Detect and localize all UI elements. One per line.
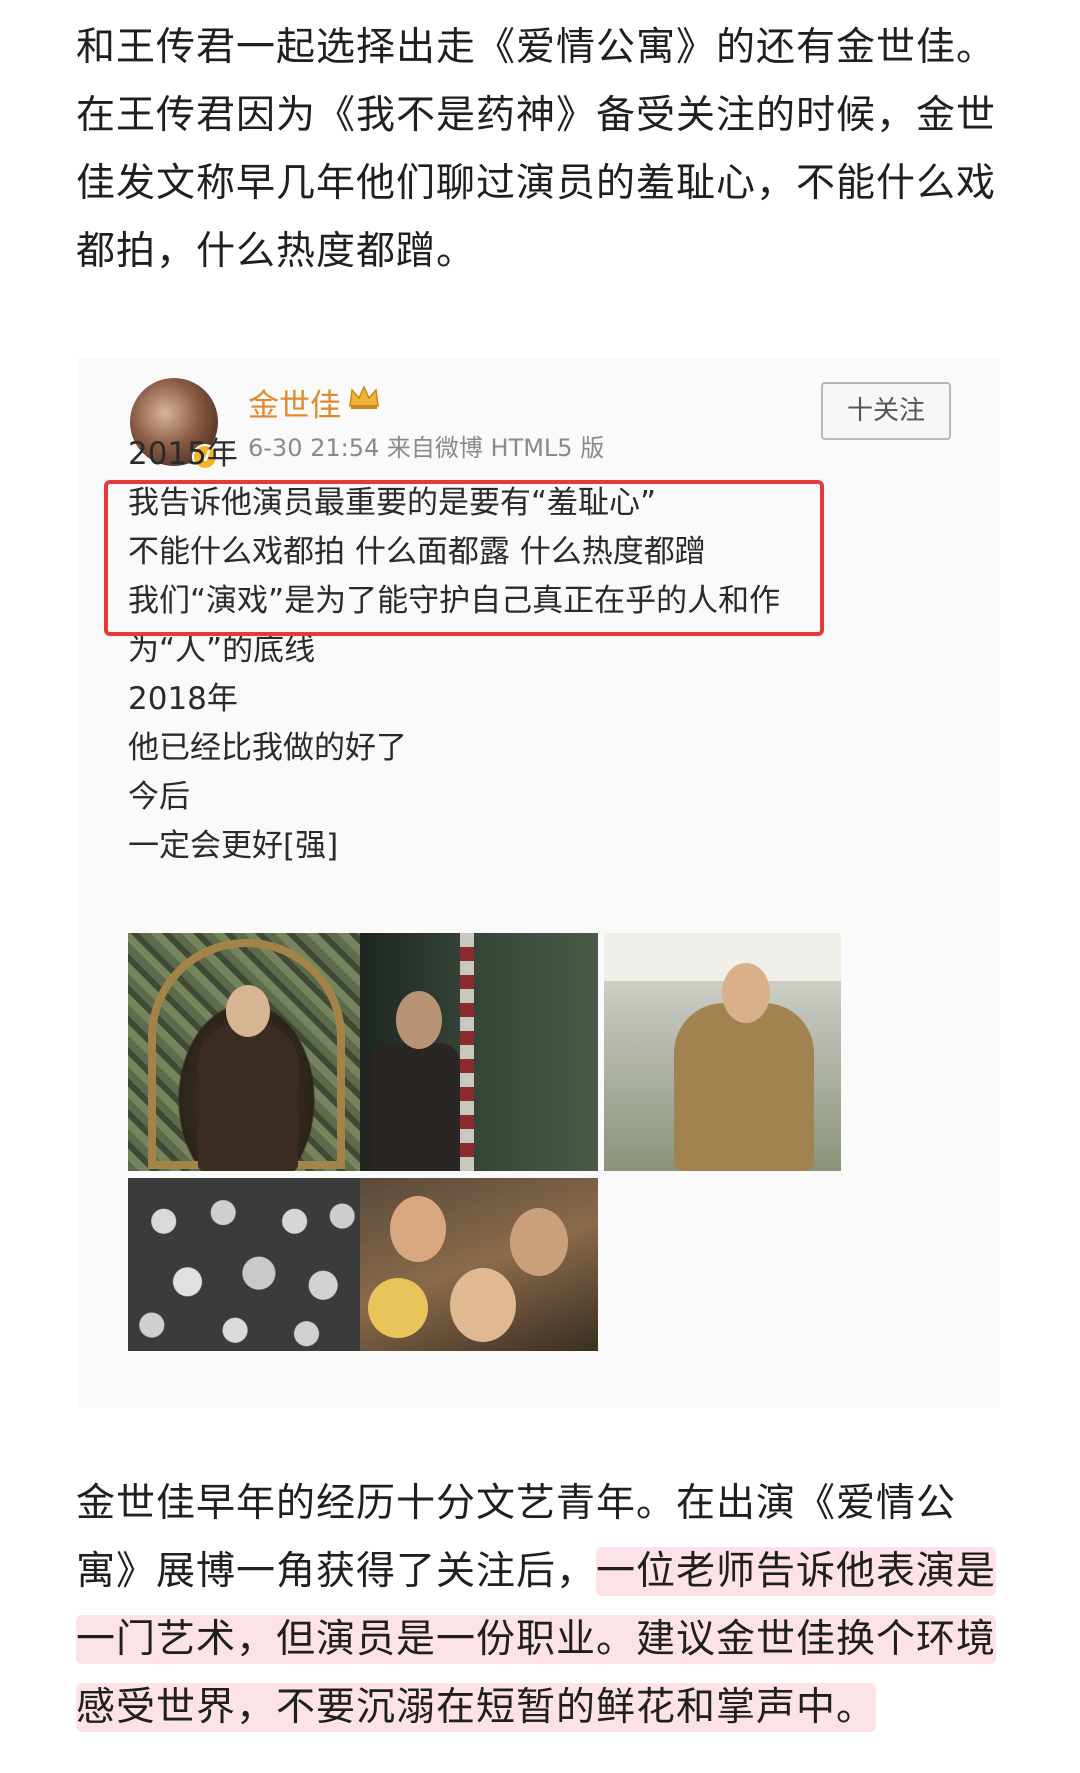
- photo-cast-group[interactable]: [360, 1178, 598, 1351]
- crown-icon: [349, 385, 379, 409]
- post-line: 一定会更好[强]: [128, 828, 339, 864]
- second-paragraph: 金世佳早年的经历十分文艺青年。在出演《爱情公寓》展博一角获得了关注后，一位老师告…: [76, 1470, 1006, 1742]
- post-line: 2015年: [128, 436, 238, 472]
- photo-still-3[interactable]: [604, 933, 841, 1171]
- post-line: 今后: [128, 779, 190, 815]
- intro-paragraph: 和王传君一起选择出走《爱情公寓》的还有金世佳。在王传君因为《我不是药神》备受关注…: [76, 25, 997, 274]
- username[interactable]: 金世佳: [248, 380, 341, 425]
- post-line: 2018年: [128, 681, 238, 717]
- weibo-post-screenshot: V 金世佳 6-30 21:54 来自微博 HTML5 版 十关注 2015年 …: [78, 358, 1000, 1408]
- photo-poster-dying-to-survive[interactable]: [128, 933, 365, 1171]
- photo-crowd-masks[interactable]: [128, 1178, 366, 1351]
- post-line: 他已经比我做的好了: [128, 730, 407, 766]
- photo-still-2[interactable]: [360, 933, 598, 1171]
- red-highlight-box: [104, 480, 824, 636]
